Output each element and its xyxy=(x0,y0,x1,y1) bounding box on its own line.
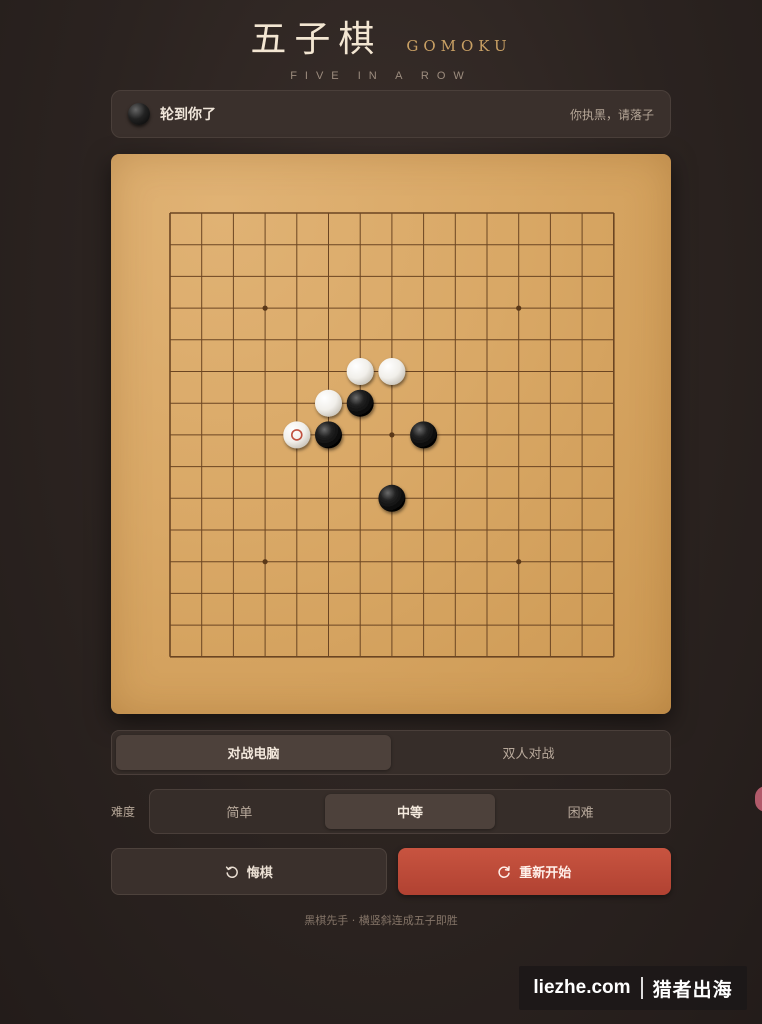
black-stone xyxy=(315,421,342,449)
turn-hint: 你执黑，请落子 xyxy=(569,107,654,122)
refresh-icon xyxy=(497,865,511,879)
rules-hint: 黑棋先手 · 横竖斜连成五子即胜 xyxy=(304,914,458,927)
black-stone-icon xyxy=(128,103,150,125)
white-stone xyxy=(346,358,374,385)
watermark-site: liezhe.com xyxy=(533,977,631,998)
watermark-brand: 猎者出海 xyxy=(652,979,733,1001)
status-left: 轮到你了 xyxy=(128,103,216,125)
watermark-divider xyxy=(640,977,643,999)
difficulty-selector: 简单 中等 困难 xyxy=(149,789,671,834)
mode-selector: 对战电脑 双人对战 xyxy=(111,730,671,775)
turn-indicator: 轮到你了 xyxy=(160,107,216,123)
black-stone xyxy=(346,389,374,417)
difficulty-easy[interactable]: 简单 xyxy=(154,794,325,829)
page-subtitle: FIVE IN A ROW xyxy=(290,70,472,82)
mode-vs-computer[interactable]: 对战电脑 xyxy=(116,735,391,770)
side-floating-button[interactable] xyxy=(755,786,762,812)
page-title-en: GOMOKU xyxy=(406,37,512,55)
star-point xyxy=(516,305,522,311)
game-board[interactable] xyxy=(111,154,671,714)
difficulty-row: 难度 简单 中等 困难 xyxy=(111,789,671,834)
board-grid[interactable] xyxy=(111,154,671,714)
page-title: 五子棋 xyxy=(250,19,383,60)
white-stone xyxy=(378,358,406,385)
black-stone xyxy=(410,421,438,449)
title-row: 五子棋 GOMOKU xyxy=(0,10,762,62)
restart-label: 重新开始 xyxy=(519,866,572,881)
star-point xyxy=(262,559,268,565)
restart-button[interactable]: 重新开始 xyxy=(397,848,671,895)
action-buttons: 悔棋 重新开始 xyxy=(111,848,671,895)
white-stone xyxy=(315,389,342,417)
header: 五子棋 GOMOKU FIVE IN A ROW xyxy=(0,10,762,82)
star-point xyxy=(262,305,268,311)
difficulty-hard[interactable]: 困难 xyxy=(495,794,666,829)
status-bar: 轮到你了 你执黑，请落子 xyxy=(111,90,671,138)
undo-label: 悔棋 xyxy=(246,866,273,881)
star-point xyxy=(516,559,522,565)
difficulty-label: 难度 xyxy=(111,805,136,819)
black-stone xyxy=(378,484,406,512)
undo-button[interactable]: 悔棋 xyxy=(111,848,387,895)
watermark: liezhe.com 猎者出海 xyxy=(519,966,747,1010)
mode-two-player[interactable]: 双人对战 xyxy=(391,735,666,770)
difficulty-medium[interactable]: 中等 xyxy=(324,794,496,829)
star-point xyxy=(389,432,395,438)
white-stone xyxy=(283,421,311,449)
undo-icon xyxy=(225,865,239,879)
